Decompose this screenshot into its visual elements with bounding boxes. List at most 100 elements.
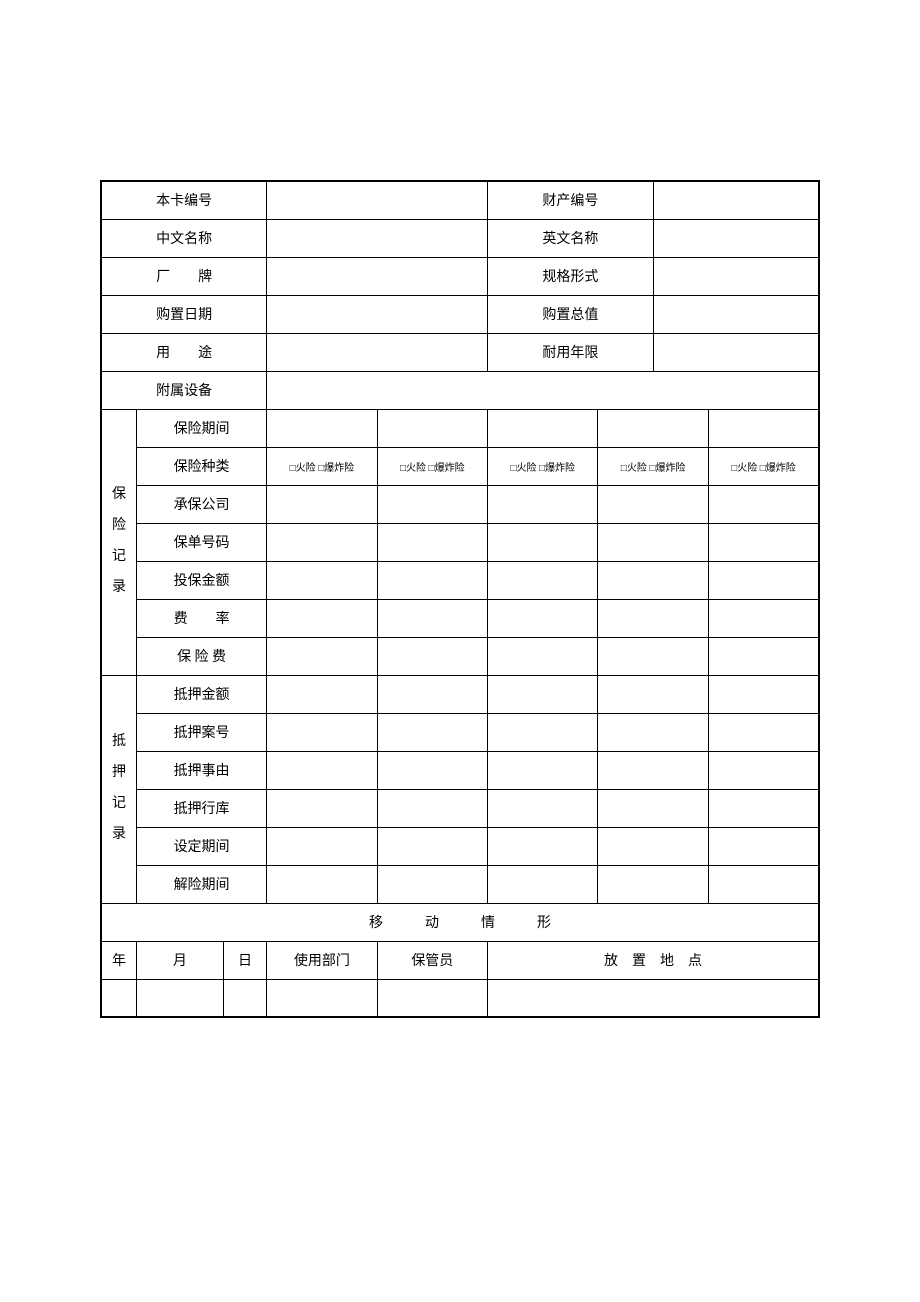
- label-durable: 耐用年限: [488, 333, 654, 371]
- mort-amount-4: [598, 675, 708, 713]
- ins-period-1: [267, 409, 377, 447]
- ins-policy-1: [267, 523, 377, 561]
- move-location-1: [488, 979, 819, 1017]
- ins-type-4[interactable]: □火险 □爆炸险: [598, 447, 708, 485]
- ins-rate-1: [267, 599, 377, 637]
- label-ins-type: 保险种类: [136, 447, 266, 485]
- ins-type-3[interactable]: □火险 □爆炸险: [488, 447, 598, 485]
- label-year: 年: [101, 941, 136, 979]
- value-buy-date: [267, 295, 488, 333]
- mort-amount-3: [488, 675, 598, 713]
- mort-bank-1: [267, 789, 377, 827]
- ins-amount-1: [267, 561, 377, 599]
- mort-set-1: [267, 827, 377, 865]
- label-usage: 用 途: [101, 333, 267, 371]
- label-name-en: 英文名称: [488, 219, 654, 257]
- mort-set-3: [488, 827, 598, 865]
- value-accessory: [267, 371, 819, 409]
- label-ins-rate: 费 率: [136, 599, 266, 637]
- label-mort-group: 抵押记录: [101, 675, 136, 903]
- ins-policy-4: [598, 523, 708, 561]
- ins-rate-5: [708, 599, 819, 637]
- ins-amount-3: [488, 561, 598, 599]
- mort-release-4: [598, 865, 708, 903]
- ins-period-5: [708, 409, 819, 447]
- ins-amount-2: [377, 561, 487, 599]
- ins-period-3: [488, 409, 598, 447]
- ins-amount-4: [598, 561, 708, 599]
- move-month-1: [136, 979, 223, 1017]
- mort-release-1: [267, 865, 377, 903]
- mort-case-1: [267, 713, 377, 751]
- value-durable: [653, 333, 819, 371]
- ins-rate-3: [488, 599, 598, 637]
- ins-type-1[interactable]: □火险 □爆炸险: [267, 447, 377, 485]
- mort-reason-2: [377, 751, 487, 789]
- value-spec: [653, 257, 819, 295]
- mort-set-2: [377, 827, 487, 865]
- label-mort-reason: 抵押事由: [136, 751, 266, 789]
- label-mort-release: 解险期间: [136, 865, 266, 903]
- value-name-en: [653, 219, 819, 257]
- label-day: 日: [223, 941, 266, 979]
- ins-fee-5: [708, 637, 819, 675]
- ins-type-2[interactable]: □火险 □爆炸险: [377, 447, 487, 485]
- mort-bank-3: [488, 789, 598, 827]
- label-ins-company: 承保公司: [136, 485, 266, 523]
- ins-type-5[interactable]: □火险 □爆炸险: [708, 447, 819, 485]
- ins-fee-3: [488, 637, 598, 675]
- label-spec: 规格形式: [488, 257, 654, 295]
- label-asset-no: 财产编号: [488, 181, 654, 219]
- ins-company-5: [708, 485, 819, 523]
- ins-fee-4: [598, 637, 708, 675]
- ins-rate-2: [377, 599, 487, 637]
- value-asset-no: [653, 181, 819, 219]
- mort-amount-1: [267, 675, 377, 713]
- label-ins-group: 保险记录: [101, 409, 136, 675]
- value-card-no: [267, 181, 488, 219]
- mort-reason-5: [708, 751, 819, 789]
- ins-company-4: [598, 485, 708, 523]
- label-mort-case: 抵押案号: [136, 713, 266, 751]
- ins-fee-2: [377, 637, 487, 675]
- label-location: 放 置 地 点: [488, 941, 819, 979]
- ins-amount-5: [708, 561, 819, 599]
- label-keeper: 保管员: [377, 941, 487, 979]
- label-dept: 使用部门: [267, 941, 377, 979]
- label-mort-set: 设定期间: [136, 827, 266, 865]
- ins-policy-3: [488, 523, 598, 561]
- mort-reason-4: [598, 751, 708, 789]
- mort-set-4: [598, 827, 708, 865]
- ins-company-3: [488, 485, 598, 523]
- mort-case-4: [598, 713, 708, 751]
- label-ins-fee: 保 险 费: [136, 637, 266, 675]
- ins-company-1: [267, 485, 377, 523]
- label-move-title: 移 动 情 形: [101, 903, 819, 941]
- move-day-1: [223, 979, 266, 1017]
- ins-policy-5: [708, 523, 819, 561]
- mort-release-3: [488, 865, 598, 903]
- label-buy-date: 购置日期: [101, 295, 267, 333]
- ins-fee-1: [267, 637, 377, 675]
- asset-card-table: 本卡编号 财产编号 中文名称 英文名称 厂 牌 规格形式 购置日期 购置总值 用…: [100, 180, 820, 1018]
- label-buy-total: 购置总值: [488, 295, 654, 333]
- mort-bank-5: [708, 789, 819, 827]
- move-dept-1: [267, 979, 377, 1017]
- mort-case-5: [708, 713, 819, 751]
- label-brand: 厂 牌: [101, 257, 267, 295]
- ins-rate-4: [598, 599, 708, 637]
- label-card-no: 本卡编号: [101, 181, 267, 219]
- mort-case-3: [488, 713, 598, 751]
- mort-release-2: [377, 865, 487, 903]
- label-ins-period: 保险期间: [136, 409, 266, 447]
- move-year-1: [101, 979, 136, 1017]
- mort-reason-3: [488, 751, 598, 789]
- mort-amount-5: [708, 675, 819, 713]
- mort-case-2: [377, 713, 487, 751]
- ins-period-4: [598, 409, 708, 447]
- label-mort-amount: 抵押金额: [136, 675, 266, 713]
- value-name-cn: [267, 219, 488, 257]
- mort-amount-2: [377, 675, 487, 713]
- ins-company-2: [377, 485, 487, 523]
- label-name-cn: 中文名称: [101, 219, 267, 257]
